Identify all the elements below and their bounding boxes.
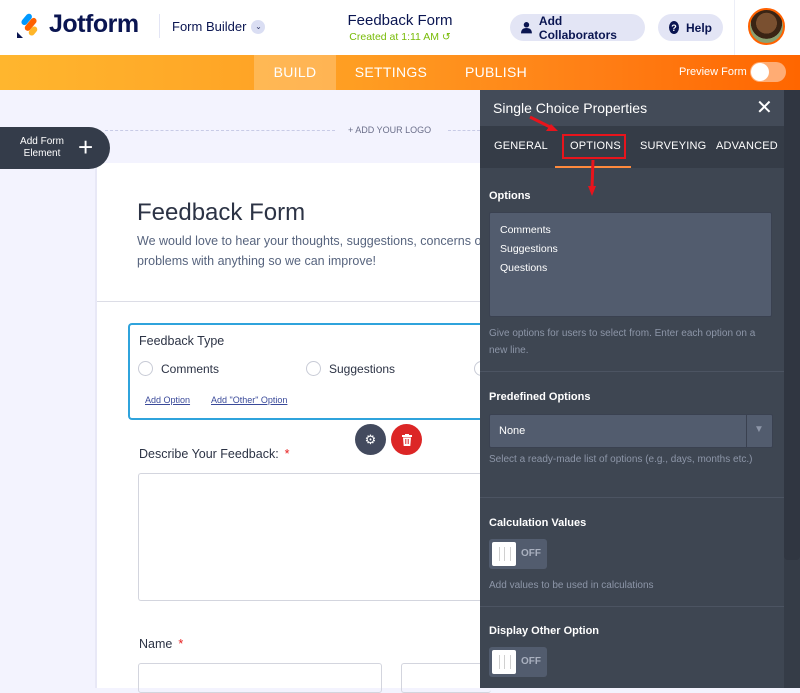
required-asterisk: * <box>284 447 290 461</box>
section-divider <box>480 606 784 607</box>
question-label[interactable]: Feedback Type <box>139 334 224 348</box>
radio-label: Suggestions <box>329 361 396 376</box>
radio-label: Comments <box>161 361 220 376</box>
question-icon: ? <box>669 21 679 34</box>
options-hint: Give options for users to select from. E… <box>489 328 756 356</box>
form-title[interactable]: Feedback Form <box>320 12 480 29</box>
logo-dashed-line <box>105 130 335 131</box>
radio-circle[interactable] <box>138 361 153 376</box>
feedback-textarea[interactable] <box>138 473 488 601</box>
display-other-option-label: Display Other Option <box>489 625 600 637</box>
tab-publish[interactable]: PUBLISH <box>455 55 537 90</box>
preview-form-toggle[interactable] <box>750 62 786 82</box>
option-line: Questions <box>500 262 548 274</box>
created-status: Created at 1:11 AM ↺ <box>320 31 480 43</box>
section-divider <box>480 371 784 372</box>
dropdown-separator <box>746 415 747 447</box>
switch-state: OFF <box>521 548 541 559</box>
last-name-input[interactable] <box>401 663 491 693</box>
annotation-highlight-box <box>562 134 626 159</box>
switch-knob <box>492 650 516 674</box>
preview-form-label: Preview Form <box>679 66 747 78</box>
add-option-link[interactable]: Add Option <box>145 395 190 405</box>
divider <box>159 14 160 38</box>
properties-panel: Single Choice Properties ✕ GENERAL OPTIO… <box>480 90 800 688</box>
predefined-options-label: Predefined Options <box>489 391 591 403</box>
panel-scrollbar-thumb[interactable] <box>784 90 800 560</box>
user-icon <box>521 22 532 34</box>
active-tab-indicator <box>555 166 631 168</box>
tab-advanced[interactable]: ADVANCED <box>716 140 778 152</box>
describe-feedback-label: Describe Your Feedback: * <box>139 447 290 461</box>
required-asterisk: * <box>178 637 184 651</box>
section-divider <box>480 497 784 498</box>
label-text: Describe Your Feedback: <box>139 447 279 461</box>
add-form-element-label: Add Form Element <box>20 136 64 159</box>
brand-name: Jotform <box>49 10 139 38</box>
top-bar: Jotform Form Builder ⌄ Feedback Form Cre… <box>0 0 800 55</box>
created-text: Created at 1:11 AM <box>349 31 439 43</box>
label-text: Name <box>139 637 173 651</box>
header-divider <box>97 301 480 302</box>
add-logo-button[interactable]: + ADD YOUR LOGO <box>348 125 431 135</box>
option-line: Comments <box>500 224 551 236</box>
panel-tabs: GENERAL OPTIONS SURVEYING ADVANCED <box>480 126 784 168</box>
options-textarea[interactable]: Comments Suggestions Questions <box>489 212 772 317</box>
field-settings-button[interactable]: ⚙ <box>355 424 386 455</box>
panel-header: Single Choice Properties ✕ <box>480 90 784 126</box>
add-form-element-button[interactable]: Add Form Element + <box>0 127 110 169</box>
delete-field-button[interactable] <box>391 424 422 455</box>
radio-option[interactable]: Comments <box>138 361 219 376</box>
logo-dashed-line <box>448 130 480 131</box>
switch-state: OFF <box>521 656 541 667</box>
dropdown-value: None <box>499 425 526 437</box>
single-choice-question[interactable]: Feedback Type Comments Suggestions Add O… <box>128 323 489 420</box>
first-name-input[interactable] <box>138 663 382 693</box>
name-label: Name * <box>139 637 183 651</box>
option-line: Suggestions <box>500 243 558 255</box>
plus-icon: + <box>78 132 94 162</box>
calculation-values-label: Calculation Values <box>489 517 587 529</box>
toggle-knob <box>751 63 769 81</box>
display-other-option-switch[interactable]: OFF <box>489 647 547 677</box>
tab-general[interactable]: GENERAL <box>494 140 548 152</box>
card-edge <box>95 163 97 688</box>
form-subheading[interactable]: We would love to hear your thoughts, sug… <box>137 231 537 271</box>
panel-title: Single Choice Properties <box>493 100 648 116</box>
user-avatar[interactable] <box>748 8 785 45</box>
tab-build[interactable]: BUILD <box>254 55 336 90</box>
chevron-down-icon: ⌄ <box>251 19 266 34</box>
predefined-hint: Select a ready-made list of options (e.g… <box>489 454 753 465</box>
help-button[interactable]: ? Help <box>658 14 723 41</box>
help-label: Help <box>685 20 712 35</box>
calculation-hint: Add values to be used in calculations <box>489 580 654 591</box>
trash-icon <box>401 433 412 446</box>
options-label: Options <box>489 190 531 202</box>
add-other-option-link[interactable]: Add "Other" Option <box>211 395 287 405</box>
radio-circle[interactable] <box>306 361 321 376</box>
add-collaborators-label: Add Collaborators <box>538 13 617 42</box>
gear-icon: ⚙ <box>364 431 377 447</box>
tab-surveying[interactable]: SURVEYING <box>640 140 706 152</box>
jotform-logo-icon <box>17 13 38 38</box>
tab-settings[interactable]: SETTINGS <box>345 55 437 90</box>
form-heading[interactable]: Feedback Form <box>137 199 305 227</box>
radio-option[interactable]: Suggestions <box>306 361 395 376</box>
divider <box>734 0 735 55</box>
refresh-icon: ↺ <box>441 31 451 43</box>
caret-down-icon: ▼ <box>754 424 764 435</box>
close-icon[interactable]: ✕ <box>756 96 773 120</box>
add-collaborators-button[interactable]: Add Collaborators <box>510 13 645 42</box>
predefined-options-dropdown[interactable]: None ▼ <box>489 414 773 448</box>
switch-knob <box>492 542 516 566</box>
form-builder-menu[interactable]: Form Builder ⌄ <box>172 19 266 34</box>
builder-navbar: BUILD SETTINGS PUBLISH Preview Form <box>0 55 800 90</box>
form-canvas: Feedback Form We would love to hear your… <box>95 163 491 693</box>
calculation-values-switch[interactable]: OFF <box>489 539 547 569</box>
form-builder-label: Form Builder <box>172 19 247 34</box>
